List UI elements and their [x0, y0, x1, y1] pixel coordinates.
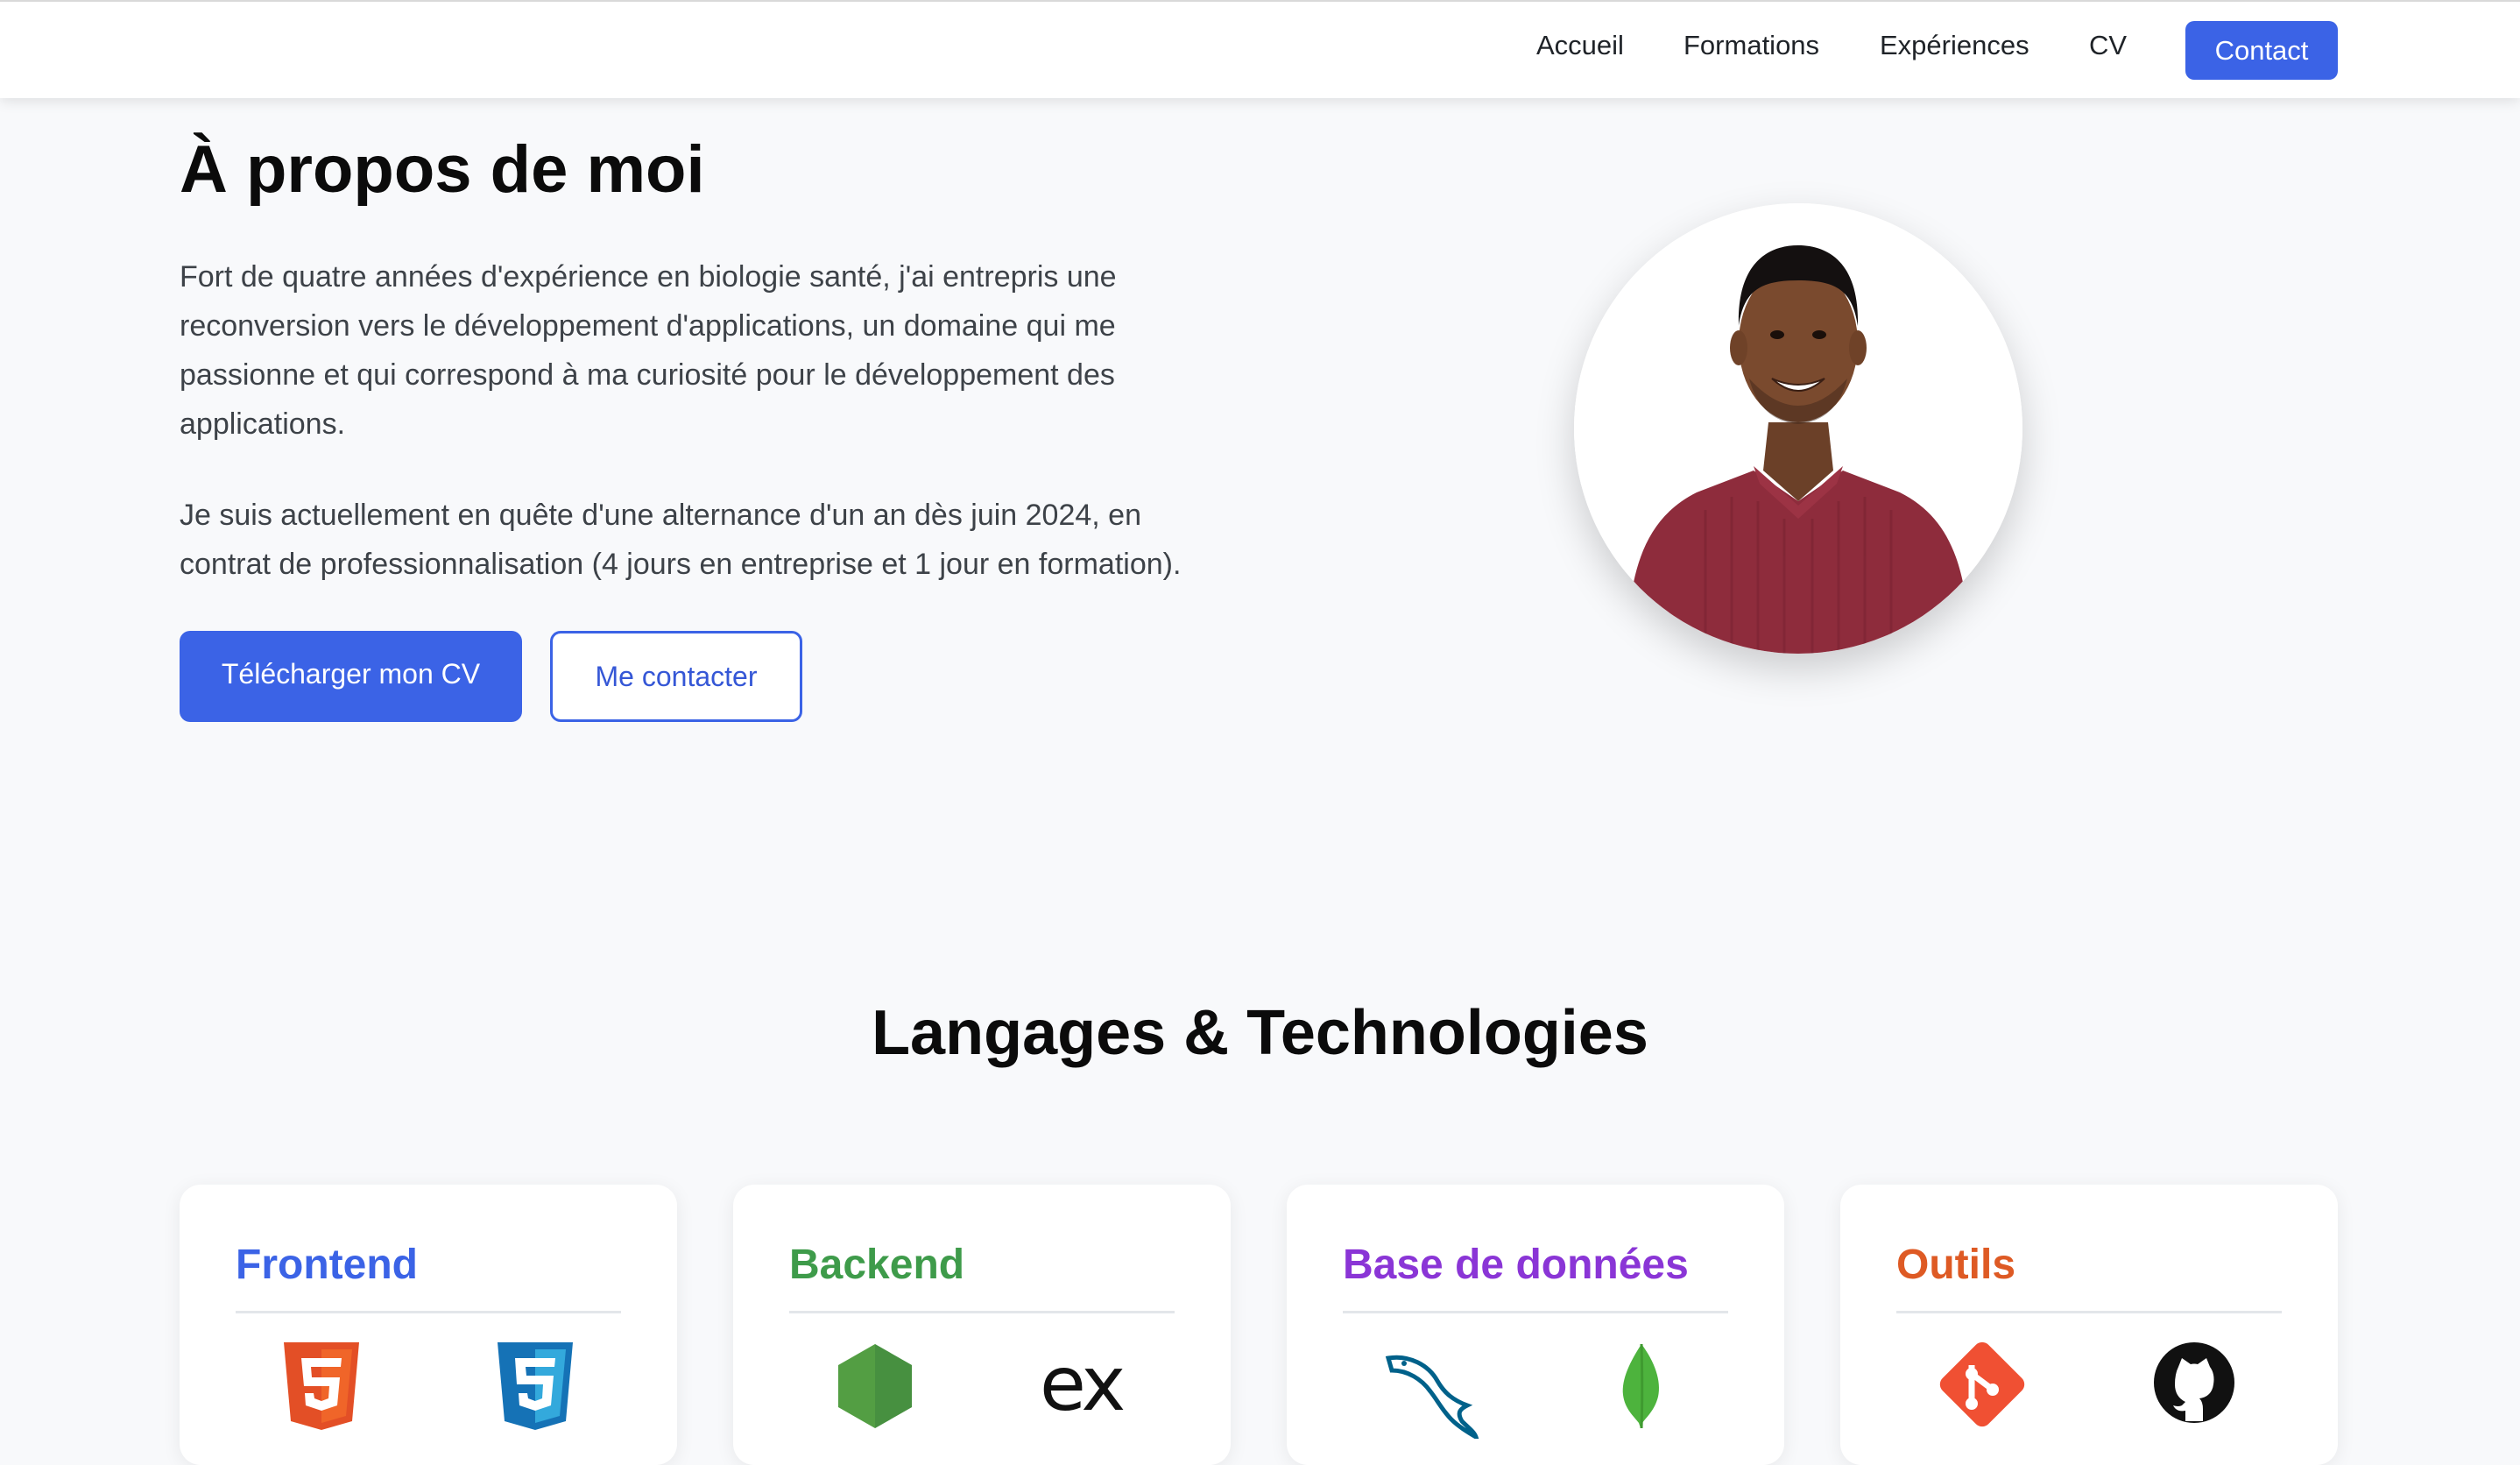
skill-card-backend: Backend ex [733, 1185, 1231, 1465]
divider [789, 1311, 1175, 1313]
card-title: Outils [1896, 1242, 2016, 1288]
about-paragraph-2: Je suis actuellement en quête d'une alte… [180, 491, 1266, 589]
about-paragraph-1: Fort de quatre années d'expérience en bi… [180, 252, 1266, 449]
card-title: Backend [789, 1242, 965, 1288]
divider [1896, 1311, 2282, 1313]
express-icon: ex [1040, 1341, 1126, 1428]
profile-photo [1574, 203, 2022, 654]
nav-link-accueil[interactable]: Accueil [1536, 30, 1624, 61]
contact-button[interactable]: Contact [2185, 21, 2338, 80]
css3-icon [498, 1342, 573, 1430]
contact-me-button[interactable]: Me contacter [550, 631, 802, 722]
about-paragraph-line: passionne et qui correspond à ma curiosi… [180, 358, 1115, 392]
github-icon [2154, 1342, 2234, 1423]
skills-title: Langages & Technologies [872, 998, 1648, 1068]
skill-card-database: Base de données [1287, 1185, 1784, 1465]
about-paragraph-line: contrat de professionnalisation (4 jours… [180, 548, 1182, 581]
divider [236, 1311, 621, 1313]
divider [1343, 1311, 1728, 1313]
navbar: Accueil Formations Expériences CV Contac… [0, 0, 2520, 98]
download-cv-button[interactable]: Télécharger mon CV [180, 631, 522, 722]
about-title: À propos de moi [180, 132, 705, 207]
about-paragraph-line: Je suis actuellement en quête d'une alte… [180, 499, 1141, 532]
mysql-icon [1385, 1355, 1479, 1439]
about-paragraph-line: reconversion vers le développement d'app… [180, 309, 1116, 343]
skill-card-frontend: Frontend [180, 1185, 677, 1465]
git-icon [1939, 1341, 2025, 1427]
mongodb-icon [1622, 1343, 1660, 1429]
card-title: Frontend [236, 1242, 418, 1288]
nav-link-formations[interactable]: Formations [1684, 30, 1819, 61]
nav-link-cv[interactable]: CV [2089, 30, 2127, 61]
about-paragraph-line: Fort de quatre années d'expérience en bi… [180, 260, 1117, 294]
about-paragraph-line: applications. [180, 407, 346, 441]
skill-card-tools: Outils [1840, 1185, 2338, 1465]
nav-link-experiences[interactable]: Expériences [1880, 30, 2029, 61]
card-title: Base de données [1343, 1242, 1689, 1288]
html5-icon [284, 1342, 359, 1430]
nodejs-icon [838, 1344, 912, 1428]
